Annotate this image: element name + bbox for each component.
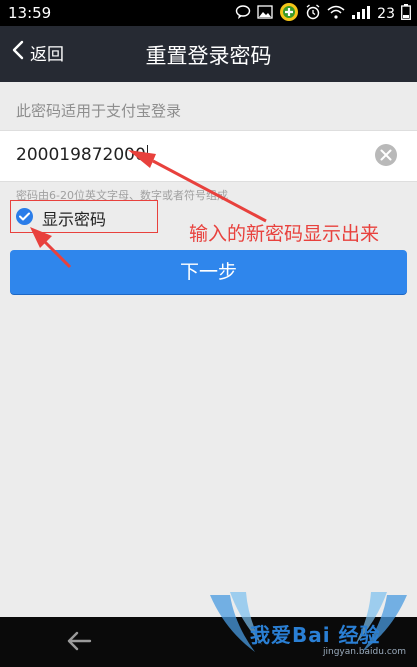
nav-back-button[interactable] (66, 630, 92, 656)
annotation-arrow-input (152, 159, 267, 223)
annotation-arrows (30, 150, 267, 269)
annotation-arrowhead-input (128, 150, 156, 168)
arrow-left-icon (67, 631, 92, 651)
watermark-url: jingyan.baidu.com (323, 647, 407, 657)
annotation-arrow-checkbox (42, 239, 72, 269)
watermark-brand: 我爱Bai 经验 (250, 623, 381, 647)
